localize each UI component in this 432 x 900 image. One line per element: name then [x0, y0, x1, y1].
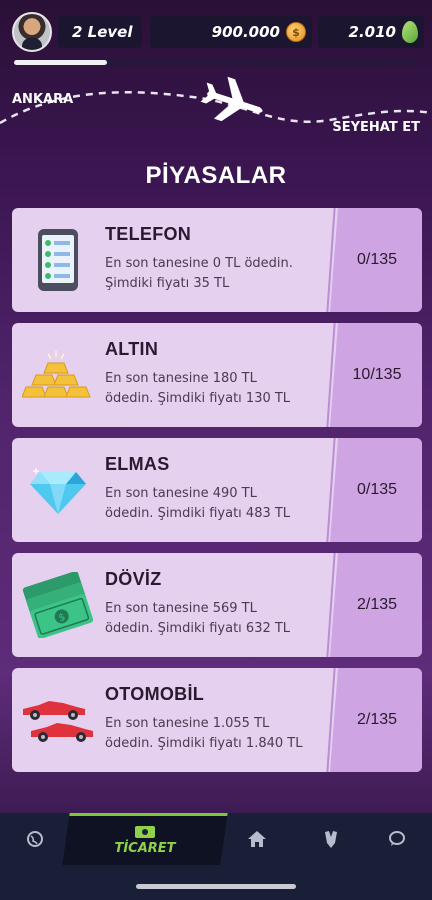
item-stock: 0/135 [356, 481, 398, 498]
travel-route [0, 76, 432, 125]
item-name: DÖVİZ [105, 569, 162, 589]
item-description: En son tanesine 569 TL ödedin. Şimdiki f… [105, 599, 337, 639]
cars-icon [18, 680, 98, 760]
item-current-price: Şimdiki fiyatı 35 TL [105, 276, 230, 291]
money-stack-icon: $ [18, 565, 98, 645]
item-description: En son tanesine 1.055 TL ödedin. Şimdiki… [105, 714, 337, 754]
item-current-price: ödedin. Şimdiki fiyatı 130 TL [105, 391, 291, 406]
nav-globe[interactable] [0, 813, 70, 865]
market-item-telefon[interactable]: TELEFON En son tanesine 0 TL ödedin. Şim… [12, 208, 422, 312]
market-item-altin[interactable]: ALTIN En son tanesine 180 TL ödedin. Şim… [12, 323, 422, 427]
home-indicator[interactable] [136, 884, 296, 889]
chat-icon [389, 831, 405, 846]
nav-ticaret[interactable]: TİCARET [66, 818, 224, 862]
page-title: PİYASALAR [145, 162, 287, 189]
cash-icon [135, 825, 155, 838]
system-bar [0, 865, 432, 900]
item-last-price: En son tanesine 0 TL ödedin. [105, 256, 293, 271]
market-item-elmas[interactable]: ELMAS En son tanesine 490 TL ödedin. Şim… [12, 438, 422, 542]
item-last-price: En son tanesine 490 TL [105, 486, 257, 501]
item-current-price: ödedin. Şimdiki fiyatı 483 TL [105, 506, 291, 521]
item-stock: 0/135 [356, 251, 398, 268]
market-item-otomobil[interactable]: OTOMOBİL En son tanesine 1.055 TL ödedin… [12, 668, 422, 772]
item-description: En son tanesine 180 TL ödedin. Şimdiki f… [105, 369, 337, 409]
item-last-price: En son tanesine 1.055 TL [105, 716, 270, 731]
nav-ticaret-label: TİCARET [114, 840, 176, 856]
item-name: TELEFON [105, 224, 192, 244]
item-name: ELMAS [105, 454, 170, 474]
item-description: En son tanesine 0 TL ödedin. Şimdiki fiy… [105, 254, 337, 294]
airplane-icon [200, 76, 263, 122]
item-last-price: En son tanesine 569 TL [105, 601, 257, 616]
nav-shield[interactable] [296, 813, 366, 865]
current-city-label: ANKARA [12, 92, 74, 107]
level-badge: 2 Level [58, 16, 142, 48]
item-name: OTOMOBİL [105, 684, 205, 704]
xp-progress-fill [14, 60, 107, 65]
xp-progress-bar [14, 60, 418, 65]
nav-home[interactable] [222, 813, 292, 865]
globe-icon [27, 831, 43, 847]
top-bar: 2 Level 900.000 $ 2.010 [0, 12, 432, 54]
gem-icon [402, 21, 418, 43]
item-stock: 2/135 [356, 596, 398, 613]
coin-amount: 900.000 [211, 23, 280, 41]
gold-bars-icon [18, 335, 98, 415]
diamond-icon [18, 450, 98, 530]
item-current-price: ödedin. Şimdiki fiyatı 1.840 TL [105, 736, 303, 751]
gem-balance[interactable]: 2.010 [318, 16, 424, 48]
item-name: ALTIN [105, 339, 159, 359]
travel-button[interactable]: SEYEHAT ET [332, 120, 420, 135]
avatar[interactable] [12, 12, 52, 52]
coin-balance[interactable]: 900.000 $ [150, 16, 312, 48]
level-text: 2 Level [72, 23, 133, 41]
coin-icon: $ [286, 22, 306, 42]
item-current-price: ödedin. Şimdiki fiyatı 632 TL [105, 621, 291, 636]
market-list: TELEFON En son tanesine 0 TL ödedin. Şim… [12, 208, 422, 783]
item-stock: 2/135 [356, 711, 398, 728]
item-last-price: En son tanesine 180 TL [105, 371, 257, 386]
market-item-doviz[interactable]: $ DÖVİZ En son tanesine 569 TL ödedin. Ş… [12, 553, 422, 657]
nav-chat[interactable] [362, 813, 432, 865]
item-stock: 10/135 [352, 366, 402, 383]
item-description: En son tanesine 490 TL ödedin. Şimdiki f… [105, 484, 337, 524]
phone-icon [18, 220, 98, 300]
home-icon [248, 831, 266, 847]
gem-amount: 2.010 [348, 23, 396, 41]
shield-icon [325, 831, 337, 848]
